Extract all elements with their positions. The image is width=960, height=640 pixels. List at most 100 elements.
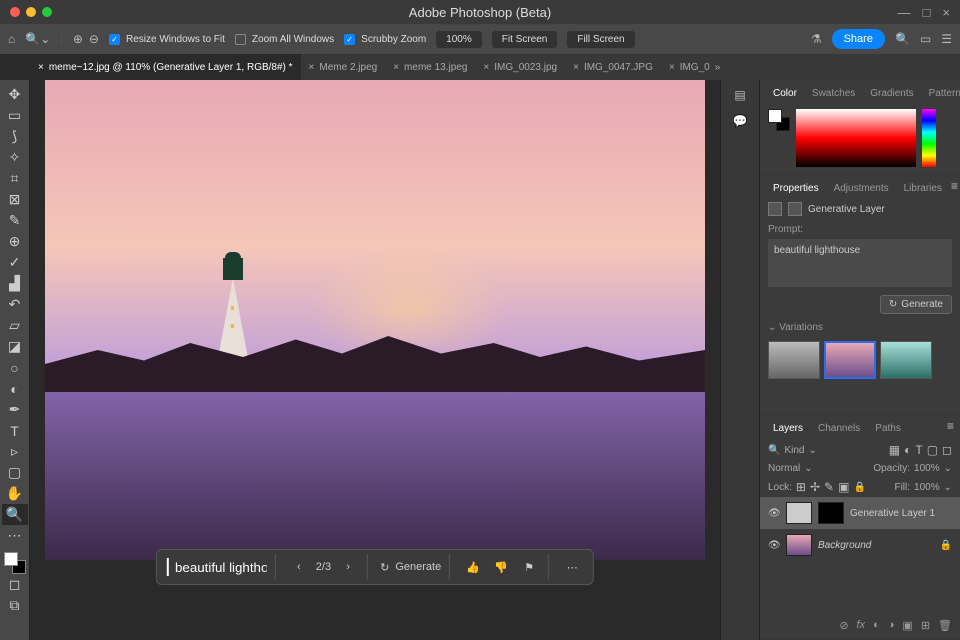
layer-name[interactable]: Background (818, 540, 871, 551)
eyedropper-tool[interactable]: ✎ (2, 210, 28, 231)
layer-name[interactable]: Generative Layer 1 (850, 508, 935, 519)
color-tab[interactable]: Color (766, 84, 804, 103)
panel-menu-icon[interactable]: ☰ (941, 32, 952, 46)
zoom-tool-dropdown[interactable]: 🔍⌄ (25, 32, 50, 46)
crop-tool[interactable]: ⌗ (2, 168, 28, 189)
thumbs-up-button[interactable]: 👍 (462, 556, 484, 578)
more-options-button[interactable]: ⋯ (561, 556, 583, 578)
heal-tool[interactable]: ⊕ (2, 231, 28, 252)
fx-icon[interactable]: fx (857, 619, 866, 632)
layers-tab[interactable]: Layers (766, 419, 810, 438)
filter-adjust-icon[interactable]: ◐ (904, 443, 911, 457)
flag-button[interactable]: ⚑ (518, 556, 540, 578)
visibility-toggle[interactable]: 👁 (768, 508, 780, 519)
gradient-tool[interactable]: ◪ (2, 336, 28, 357)
path-tool[interactable]: ▹ (2, 441, 28, 462)
color-field[interactable] (796, 109, 916, 167)
panel-menu-icon[interactable]: ≡ (947, 419, 954, 438)
adjustments-tab[interactable]: Adjustments (827, 179, 896, 198)
prompt-textarea[interactable]: beautiful lighthouse (768, 239, 952, 287)
filter-pixel-icon[interactable]: ▦ (889, 443, 900, 457)
filter-kind[interactable]: Kind (784, 445, 804, 456)
generate-button[interactable]: ↻ Generate (372, 554, 450, 580)
move-tool[interactable]: ✥ (2, 84, 28, 105)
home-icon[interactable]: ⌂ (8, 32, 15, 46)
dodge-tool[interactable]: ◐ (2, 378, 28, 399)
channels-tab[interactable]: Channels (811, 419, 867, 438)
document-tab[interactable]: ×IMG_0» (661, 54, 728, 80)
document-tab[interactable]: ×meme 13.jpeg (385, 54, 475, 80)
fit-screen-button[interactable]: Fit Screen (492, 31, 558, 48)
panel-menu-icon[interactable]: ≡ (951, 179, 958, 198)
shape-tool[interactable]: ▢ (2, 462, 28, 483)
properties-tab[interactable]: Properties (766, 179, 826, 198)
history-brush-tool[interactable]: ↶ (2, 294, 28, 315)
blur-tool[interactable]: ○ (2, 357, 28, 378)
gradients-tab[interactable]: Gradients (863, 84, 920, 103)
patterns-tab[interactable]: Patterns (922, 84, 960, 103)
lock-icon[interactable]: 🔒 (853, 482, 865, 493)
frame-tool[interactable]: ⊠ (2, 189, 28, 210)
window-zoom-macos[interactable] (42, 7, 52, 17)
foreground-background-swatch[interactable] (4, 552, 26, 574)
new-layer-icon[interactable]: ⊞ (921, 619, 930, 632)
panel-icon[interactable]: ▤ (734, 88, 745, 102)
layer-row[interactable]: 👁 Generative Layer 1 (760, 497, 960, 529)
share-button[interactable]: Share (832, 29, 885, 49)
prev-variation-button[interactable]: ‹ (288, 556, 310, 578)
document-tab[interactable]: ×IMG_0047.JPG (565, 54, 661, 80)
zoom-100-button[interactable]: 100% (436, 31, 482, 48)
zoom-all-checkbox[interactable] (235, 34, 246, 45)
paths-tab[interactable]: Paths (868, 419, 908, 438)
lock-pos-icon[interactable]: ✢ (810, 480, 820, 494)
beaker-icon[interactable]: ⚗ (811, 32, 822, 46)
hue-slider[interactable] (922, 109, 936, 167)
variation-thumb[interactable] (880, 341, 932, 379)
adjustment-icon[interactable]: ◑ (888, 619, 895, 632)
visibility-toggle[interactable]: 👁 (768, 540, 780, 551)
stamp-tool[interactable]: ▟ (2, 273, 28, 294)
marquee-tool[interactable]: ▭ (2, 105, 28, 126)
document-tab[interactable]: ×meme~12.jpg @ 110% (Generative Layer 1,… (30, 54, 301, 80)
document-tab[interactable]: ×IMG_0023.jpg (475, 54, 565, 80)
swatches-tab[interactable]: Swatches (805, 84, 862, 103)
pen-tool[interactable]: ✒ (2, 399, 28, 420)
window-min-icon[interactable]: — (898, 5, 911, 20)
lock-artboard-icon[interactable]: ▣ (838, 480, 849, 494)
libraries-tab[interactable]: Libraries (897, 179, 949, 198)
brush-tool[interactable]: ✓ (2, 252, 28, 273)
layer-row[interactable]: 👁 Background 🔒 (760, 529, 960, 561)
layer-thumb[interactable] (786, 534, 812, 556)
blend-mode-select[interactable]: Normal (768, 463, 800, 474)
document-tab[interactable]: ×Meme 2.jpeg (301, 54, 386, 80)
quickmask-toggle[interactable]: ◻ (2, 574, 28, 595)
edit-toolbar[interactable]: ⋯ (2, 525, 28, 546)
fill-input[interactable]: 100% (914, 482, 940, 493)
eraser-tool[interactable]: ▱ (2, 315, 28, 336)
link-layers-icon[interactable]: ⊘ (839, 619, 848, 632)
color-swatch[interactable] (768, 109, 790, 131)
filter-smart-icon[interactable]: ◻ (942, 443, 952, 457)
layer-thumb[interactable] (786, 502, 812, 524)
window-max-icon[interactable]: □ (923, 5, 931, 20)
window-close-macos[interactable] (10, 7, 20, 17)
resize-windows-checkbox[interactable]: ✓ (109, 34, 120, 45)
hand-tool[interactable]: ✋ (2, 483, 28, 504)
document-canvas[interactable] (45, 80, 705, 560)
mask-icon[interactable]: ◐ (873, 619, 880, 632)
filter-shape-icon[interactable]: ▢ (927, 443, 938, 457)
wand-tool[interactable]: ✧ (2, 147, 28, 168)
workspace-icon[interactable]: ▭ (920, 32, 931, 46)
type-tool[interactable]: T (2, 420, 28, 441)
search-icon[interactable]: 🔍 (895, 32, 910, 46)
lasso-tool[interactable]: ⟆ (2, 126, 28, 147)
zoom-out-icon[interactable]: ⊖ (89, 32, 99, 46)
opacity-input[interactable]: 100% (914, 463, 940, 474)
lock-all-icon[interactable]: ⊞ (796, 480, 806, 494)
layer-mask-thumb[interactable] (818, 502, 844, 524)
next-variation-button[interactable]: › (337, 556, 359, 578)
comments-icon[interactable]: 💬 (733, 114, 748, 128)
generative-prompt-input[interactable] (167, 558, 267, 576)
properties-generate-button[interactable]: ↻Generate (880, 295, 952, 314)
delete-layer-icon[interactable]: 🗑 (938, 619, 952, 632)
